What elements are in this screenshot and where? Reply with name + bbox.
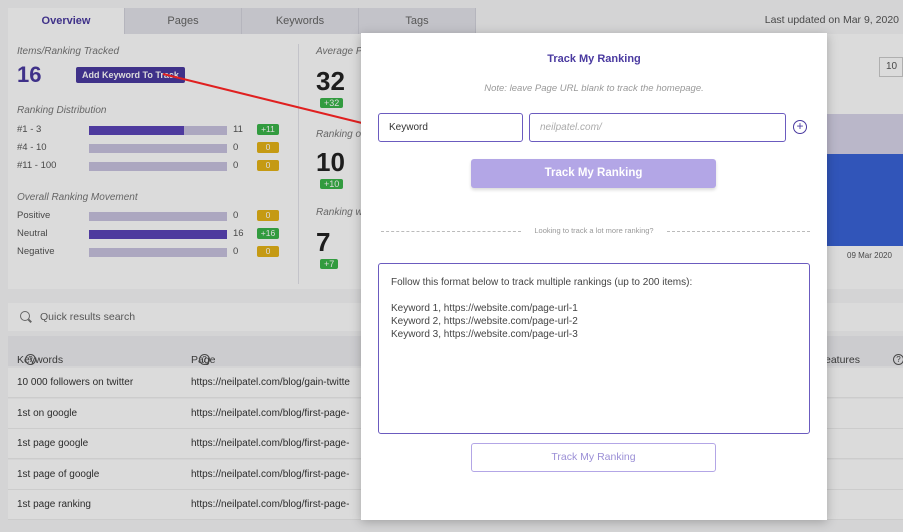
divider-right — [667, 231, 810, 232]
track-ranking-button[interactable]: Track My Ranking — [471, 159, 716, 188]
modal-note: Note: leave Page URL blank to track the … — [484, 83, 704, 94]
page-url-placeholder: neilpatel.com/ — [540, 122, 602, 133]
bulk-intro: Follow this format below to track multip… — [391, 277, 693, 288]
keyword-input[interactable]: Keyword — [378, 113, 523, 142]
page-url-input[interactable]: neilpatel.com/ — [529, 113, 786, 142]
bulk-line: Keyword 2, https://website.com/page-url-… — [391, 316, 578, 327]
track-ranking-modal: Track My Ranking Note: leave Page URL bl… — [361, 33, 827, 520]
track-bulk-ranking-button[interactable]: Track My Ranking — [471, 443, 716, 472]
bulk-keywords-textarea[interactable]: Follow this format below to track multip… — [378, 263, 810, 434]
bulk-line: Keyword 1, https://website.com/page-url-… — [391, 303, 578, 314]
keyword-placeholder: Keyword — [389, 122, 428, 133]
add-row-icon[interactable]: + — [793, 120, 807, 134]
modal-title: Track My Ranking — [547, 53, 641, 65]
bulk-line: Keyword 3, https://website.com/page-url-… — [391, 329, 578, 340]
